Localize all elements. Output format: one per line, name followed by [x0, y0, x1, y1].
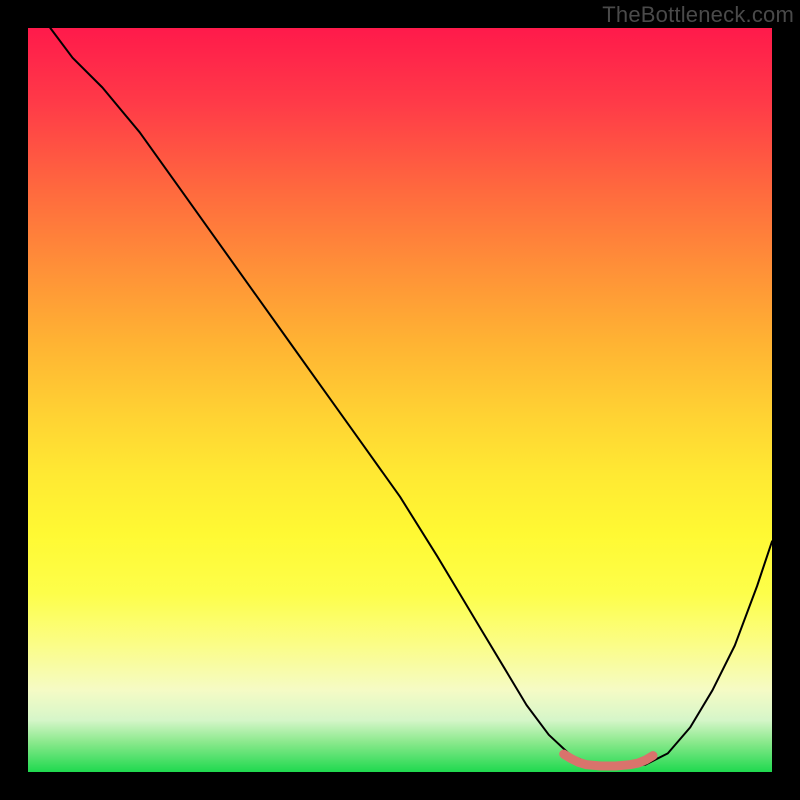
- optimal-band: [564, 754, 653, 766]
- watermark-text: TheBottleneck.com: [602, 2, 794, 28]
- bottleneck-curve: [50, 28, 772, 766]
- plot-area: [28, 28, 772, 772]
- chart-frame: TheBottleneck.com: [0, 0, 800, 800]
- chart-svg: [28, 28, 772, 772]
